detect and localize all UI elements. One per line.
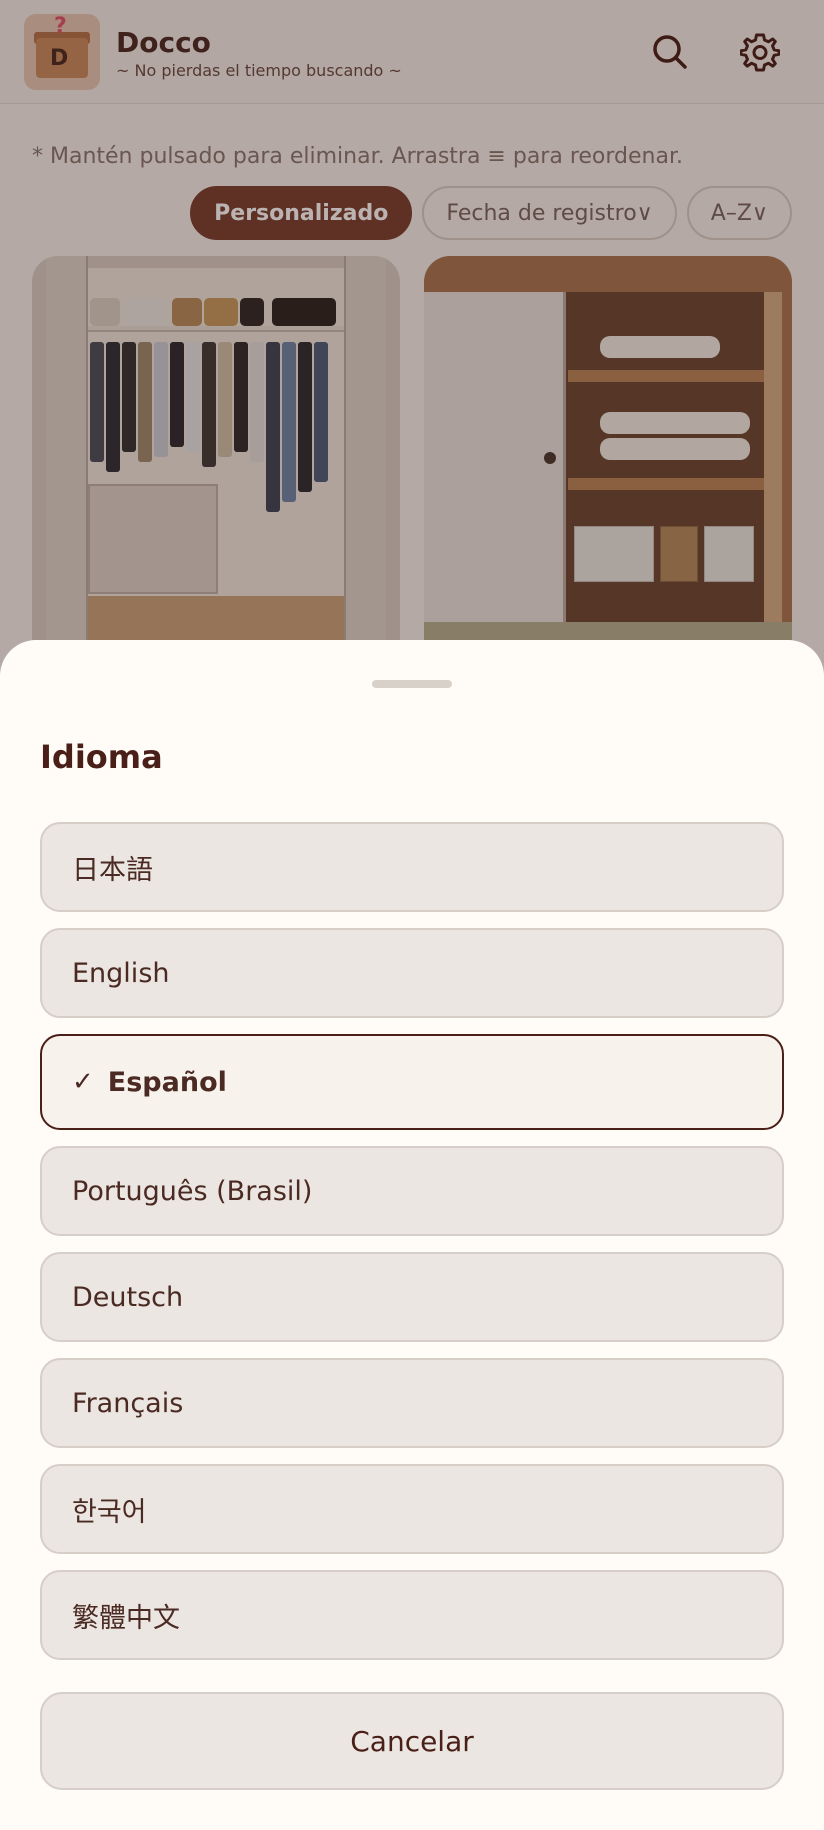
language-label: 한국어: [72, 1496, 147, 1528]
language-label: 繁體中文: [72, 1602, 180, 1634]
language-option-english[interactable]: English: [40, 928, 784, 1018]
language-option-french[interactable]: Français: [40, 1358, 784, 1448]
language-label: Português (Brasil): [72, 1175, 313, 1207]
language-option-spanish[interactable]: ✓ Español: [40, 1034, 784, 1130]
language-label: Deutsch: [72, 1281, 184, 1313]
language-label: Español: [107, 1066, 227, 1098]
language-bottom-sheet: Idioma 日本語 English ✓ Español Português (…: [0, 640, 824, 1830]
sheet-drag-handle[interactable]: [372, 680, 452, 688]
language-option-korean[interactable]: 한국어: [40, 1464, 784, 1554]
check-icon: ✓: [72, 1067, 94, 1097]
language-option-german[interactable]: Deutsch: [40, 1252, 784, 1342]
language-option-portuguese[interactable]: Português (Brasil): [40, 1146, 784, 1236]
cancel-button[interactable]: Cancelar: [40, 1692, 784, 1790]
language-option-japanese[interactable]: 日本語: [40, 822, 784, 912]
language-label: English: [72, 957, 170, 989]
language-label: Français: [72, 1387, 184, 1419]
language-option-traditional-chinese[interactable]: 繁體中文: [40, 1570, 784, 1660]
language-label: 日本語: [72, 854, 153, 886]
sheet-title: Idioma: [40, 738, 163, 776]
